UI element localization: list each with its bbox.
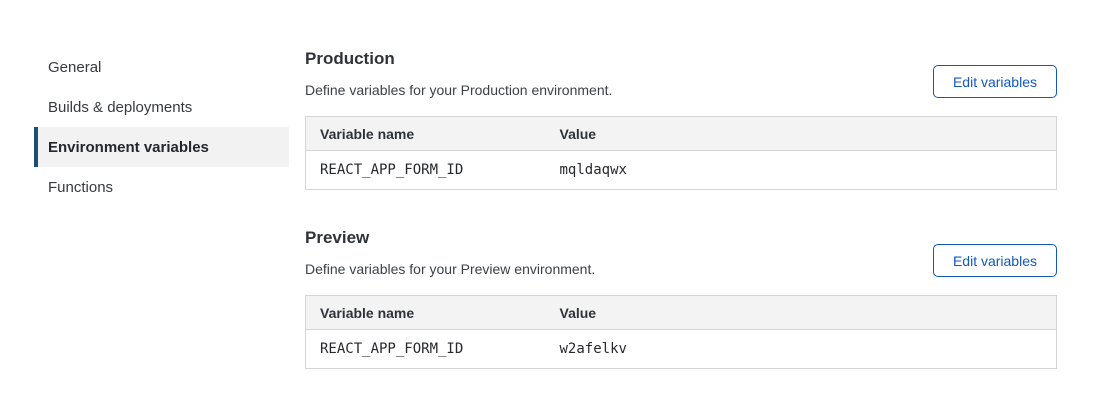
sidebar-item-label: Environment variables [48,139,209,156]
table-header-variable-name: Variable name [306,117,546,151]
sidebar-item-environment-variables[interactable]: Environment variables [34,127,289,167]
table-header-value: Value [546,117,1057,151]
variable-name-cell: REACT_APP_FORM_ID [306,330,546,369]
edit-variables-button[interactable]: Edit variables [933,244,1057,277]
table-row: REACT_APP_FORM_ID mqldaqwx [306,151,1057,190]
sidebar-item-functions[interactable]: Functions [34,167,289,207]
table-header-row: Variable name Value [306,117,1057,151]
table-header-variable-name: Variable name [306,296,546,330]
sidebar-item-label: General [48,59,101,76]
settings-page: General Builds & deployments Environment… [0,0,1100,369]
edit-variables-button[interactable]: Edit variables [933,65,1057,98]
settings-sidebar: General Builds & deployments Environment… [34,47,289,369]
sidebar-item-label: Builds & deployments [48,99,192,116]
sidebar-item-builds-deployments[interactable]: Builds & deployments [34,87,289,127]
table-header-row: Variable name Value [306,296,1057,330]
production-section: Production Define variables for your Pro… [305,47,1057,190]
variable-value-cell: w2afelkv [546,330,1057,369]
preview-variables-table: Variable name Value REACT_APP_FORM_ID w2… [305,295,1057,369]
preview-section: Preview Define variables for your Previe… [305,226,1057,369]
production-variables-table: Variable name Value REACT_APP_FORM_ID mq… [305,116,1057,190]
sidebar-item-general[interactable]: General [34,47,289,87]
sidebar-item-label: Functions [48,179,113,196]
environment-variables-content: Production Define variables for your Pro… [305,47,1057,369]
table-header-value: Value [546,296,1057,330]
variable-value-cell: mqldaqwx [546,151,1057,190]
table-row: REACT_APP_FORM_ID w2afelkv [306,330,1057,369]
variable-name-cell: REACT_APP_FORM_ID [306,151,546,190]
